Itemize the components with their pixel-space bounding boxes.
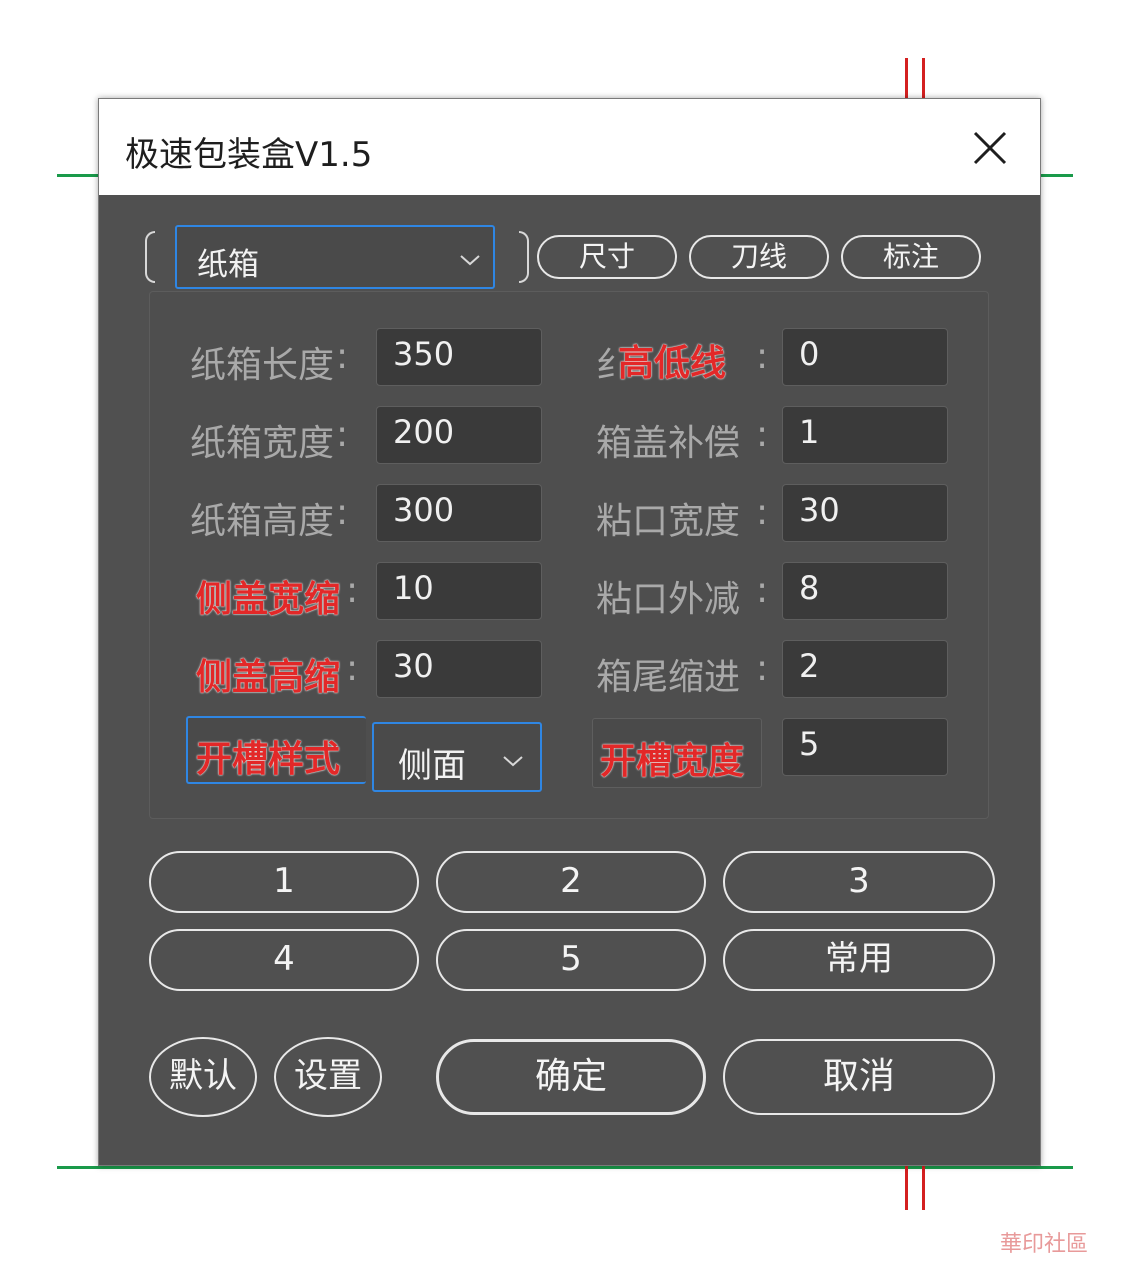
guide-line-red-top-1 [905, 58, 908, 100]
close-button[interactable] [959, 117, 1021, 179]
guide-line-green-bottom [57, 1166, 1073, 1169]
guide-line-red-bottom-2 [922, 1166, 925, 1210]
bracket-right [519, 231, 529, 283]
tab-annotation-label: 标注 [882, 240, 939, 273]
preset-button-5[interactable]: 5 [436, 929, 706, 991]
field-label-glue-reduce: 粘口外减 [596, 579, 741, 620]
watermark: 華印社區 [1000, 1232, 1089, 1257]
preset-label: 2 [560, 861, 582, 901]
colon: : [346, 570, 359, 611]
preset-button-common[interactable]: 常用 [723, 929, 995, 991]
colon: : [756, 648, 769, 689]
cancel-button-label: 取消 [822, 1056, 895, 1097]
preset-button-3[interactable]: 3 [723, 851, 995, 913]
dialog-window: 极速包装盒V1.5 纸箱 尺寸 刀线 标注 纸箱长度 : 350 纸箱宽度 : … [98, 98, 1041, 1166]
default-button[interactable]: 默认 [149, 1037, 257, 1117]
default-button-label: 默认 [169, 1056, 237, 1096]
tab-cutline[interactable]: 刀线 [689, 235, 829, 279]
colon: : [756, 414, 769, 455]
tab-size[interactable]: 尺寸 [537, 235, 677, 279]
guide-line-red-bottom-1 [905, 1166, 908, 1210]
slot-style-value: 侧面 [398, 746, 466, 786]
slot-style-select[interactable]: 侧面 [372, 722, 542, 792]
field-label-width: 纸箱宽度 [190, 423, 335, 464]
preset-label: 1 [273, 861, 295, 901]
field-label-lid-compensation: 箱盖补偿 [596, 423, 741, 464]
slot-style-label: 开槽样式 [196, 739, 341, 780]
width-input[interactable]: 200 [376, 406, 542, 464]
box-type-select[interactable]: 纸箱 [175, 225, 495, 289]
field-label-side-lid-height-shrink: 侧盖高缩 [196, 657, 341, 698]
chevron-down-icon [503, 756, 523, 767]
preset-button-4[interactable]: 4 [149, 929, 419, 991]
colon: : [756, 492, 769, 533]
side-lid-width-shrink-input[interactable]: 10 [376, 562, 542, 620]
settings-button[interactable]: 设置 [274, 1037, 382, 1117]
colon: : [756, 570, 769, 611]
height-input[interactable]: 300 [376, 484, 542, 542]
field-label-height: 纸箱高度 [190, 501, 335, 542]
colon: : [336, 492, 349, 533]
tab-cutline-label: 刀线 [730, 240, 787, 273]
tail-indent-input[interactable]: 2 [782, 640, 948, 698]
parameters-panel: 纸箱长度 : 350 纸箱宽度 : 200 纸箱高度 : 300 侧盖宽缩 : … [149, 291, 989, 819]
glue-reduce-input[interactable]: 8 [782, 562, 948, 620]
slot-width-label: 开槽宽度 [600, 741, 745, 782]
high-low-line-input[interactable]: 0 [782, 328, 948, 386]
colon: : [336, 336, 349, 377]
preset-label: 4 [273, 939, 295, 979]
title-bar: 极速包装盒V1.5 [99, 99, 1040, 195]
preset-label: 5 [560, 939, 582, 979]
settings-button-label: 设置 [294, 1056, 362, 1096]
ok-button-label: 确定 [534, 1056, 607, 1097]
cancel-button[interactable]: 取消 [723, 1039, 995, 1115]
field-label-length: 纸箱长度 [190, 345, 335, 386]
box-type-value: 纸箱 [197, 247, 259, 283]
colon: : [346, 648, 359, 689]
window-title: 极速包装盒V1.5 [125, 135, 373, 175]
preset-button-2[interactable]: 2 [436, 851, 706, 913]
field-label-glue-width: 粘口宽度 [596, 501, 741, 542]
close-icon [973, 131, 1007, 165]
chevron-down-icon [460, 255, 480, 266]
field-label-high-low-line: 高低线 [618, 343, 727, 384]
colon: : [756, 336, 769, 377]
glue-width-input[interactable]: 30 [782, 484, 948, 542]
lid-compensation-input[interactable]: 1 [782, 406, 948, 464]
ok-button[interactable]: 确定 [436, 1039, 706, 1115]
tab-annotation[interactable]: 标注 [841, 235, 981, 279]
preset-label: 常用 [825, 939, 893, 979]
side-lid-height-shrink-input[interactable]: 30 [376, 640, 542, 698]
field-label-side-lid-width-shrink: 侧盖宽缩 [196, 579, 341, 620]
preset-label: 3 [848, 861, 870, 901]
tab-size-label: 尺寸 [578, 240, 635, 273]
bracket-left [145, 231, 155, 283]
preset-button-1[interactable]: 1 [149, 851, 419, 913]
colon: : [336, 414, 349, 455]
length-input[interactable]: 350 [376, 328, 542, 386]
slot-width-input[interactable]: 5 [782, 718, 948, 776]
field-label-tail-indent: 箱尾缩进 [596, 657, 741, 698]
guide-line-red-top-2 [922, 58, 925, 100]
